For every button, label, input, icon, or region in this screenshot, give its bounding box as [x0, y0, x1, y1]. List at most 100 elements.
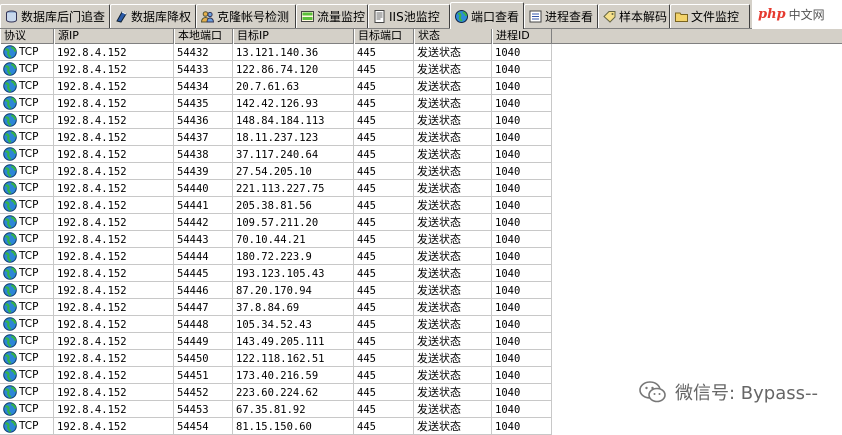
table-row[interactable]: TCP 192.8.4.152 54448 105.34.52.43 445 发送状态 10…: [0, 316, 842, 333]
cell-5: 发送状态: [414, 214, 492, 231]
cell-1: 192.8.4.152: [54, 265, 174, 282]
table-row[interactable]: TCP 192.8.4.152 54443 70.10.44.21 445 发送状态 104…: [0, 231, 842, 248]
cell-6: 1040: [492, 163, 552, 180]
cell-2: 54446: [174, 282, 233, 299]
cell-0: TCP: [0, 112, 54, 129]
cell-4: 445: [354, 197, 414, 214]
cell-5: 发送状态: [414, 78, 492, 95]
protocol-text: TCP: [19, 46, 39, 58]
cell-1: 192.8.4.152: [54, 367, 174, 384]
tab-8[interactable]: 文件监控: [670, 4, 750, 28]
cell-4: 445: [354, 350, 414, 367]
cell-0: TCP: [0, 163, 54, 180]
column-header-5[interactable]: 状态: [414, 29, 492, 44]
cell-6: 1040: [492, 61, 552, 78]
cell-0: TCP: [0, 231, 54, 248]
cell-5: 发送状态: [414, 265, 492, 282]
cell-4: 445: [354, 418, 414, 435]
cell-5: 发送状态: [414, 316, 492, 333]
cell-0: TCP: [0, 129, 54, 146]
table-row[interactable]: TCP 192.8.4.152 54437 18.11.237.123 445 发送状态 1…: [0, 129, 842, 146]
cell-4: 445: [354, 129, 414, 146]
tab-4[interactable]: IIS池监控: [368, 4, 450, 28]
watermark-php: php: [758, 7, 786, 22]
cell-6: 1040: [492, 197, 552, 214]
cell-1: 192.8.4.152: [54, 197, 174, 214]
tcp-globe-icon: [3, 130, 17, 144]
cell-4: 445: [354, 44, 414, 61]
tab-label: 端口查看: [471, 9, 520, 24]
tcp-globe-icon: [3, 232, 17, 246]
cell-5: 发送状态: [414, 248, 492, 265]
cell-6: 1040: [492, 248, 552, 265]
cell-2: 54452: [174, 384, 233, 401]
cell-5: 发送状态: [414, 384, 492, 401]
tab-7[interactable]: 样本解码: [598, 4, 670, 28]
tcp-globe-icon: [3, 79, 17, 93]
tcp-globe-icon: [3, 249, 17, 263]
cell-4: 445: [354, 214, 414, 231]
wechat-id-text: 微信号: Bypass--: [675, 383, 818, 404]
table-row[interactable]: TCP 192.8.4.152 54436 148.84.184.113 445 发送状态…: [0, 112, 842, 129]
table-row[interactable]: TCP 192.8.4.152 54439 27.54.205.10 445 发送状态 10…: [0, 163, 842, 180]
tag-icon: [603, 11, 616, 23]
table-row[interactable]: TCP 192.8.4.152 54442 109.57.211.20 445 发送状态 1…: [0, 214, 842, 231]
table-row[interactable]: TCP 192.8.4.152 54445 193.123.105.43 445 发送状态…: [0, 265, 842, 282]
tab-3[interactable]: 流量监控: [296, 4, 368, 28]
column-header-0[interactable]: 协议: [0, 29, 54, 44]
cell-6: 1040: [492, 112, 552, 129]
table-row[interactable]: TCP 192.8.4.152 54440 221.113.227.75 445 发送状态…: [0, 180, 842, 197]
cell-4: 445: [354, 367, 414, 384]
tab-label: 流量监控: [317, 10, 366, 24]
protocol-text: TCP: [19, 216, 39, 228]
wechat-watermark: 微信号: Bypass--: [639, 379, 818, 405]
table-row[interactable]: TCP 192.8.4.152 54434 20.7.61.63 445 发送状态 1040: [0, 78, 842, 95]
cell-2: 54443: [174, 231, 233, 248]
table-row[interactable]: TCP 192.8.4.152 54433 122.86.74.120 445 发送状态 1…: [0, 61, 842, 78]
protocol-text: TCP: [19, 267, 39, 279]
protocol-text: TCP: [19, 335, 39, 347]
protocol-text: TCP: [19, 182, 39, 194]
cell-3: 37.117.240.64: [233, 146, 354, 163]
cell-2: 54438: [174, 146, 233, 163]
protocol-text: TCP: [19, 284, 39, 296]
table-row[interactable]: TCP 192.8.4.152 54447 37.8.84.69 445 发送状态 1040: [0, 299, 842, 316]
protocol-text: TCP: [19, 250, 39, 262]
cell-0: TCP: [0, 418, 54, 435]
cell-5: 发送状态: [414, 61, 492, 78]
table-row[interactable]: TCP 192.8.4.152 54444 180.72.223.9 445 发送状态 10…: [0, 248, 842, 265]
cell-2: 54436: [174, 112, 233, 129]
tab-6[interactable]: 进程查看: [524, 4, 598, 28]
column-header-3[interactable]: 目标IP: [233, 29, 354, 44]
tab-1[interactable]: 数据库降权: [110, 4, 196, 28]
table-row[interactable]: TCP 192.8.4.152 54446 87.20.170.94 445 发送状态 10…: [0, 282, 842, 299]
table-row[interactable]: TCP 192.8.4.152 54454 81.15.150.60 445 发送状态 10…: [0, 418, 842, 435]
column-header-2[interactable]: 本地端口: [174, 29, 233, 44]
cell-4: 445: [354, 248, 414, 265]
cell-4: 445: [354, 95, 414, 112]
column-header-6[interactable]: 进程ID: [492, 29, 552, 44]
cell-6: 1040: [492, 44, 552, 61]
protocol-text: TCP: [19, 63, 39, 75]
table-row[interactable]: TCP 192.8.4.152 54450 122.118.162.51 445 发送状态…: [0, 350, 842, 367]
tab-5[interactable]: 端口查看: [450, 2, 524, 29]
cell-1: 192.8.4.152: [54, 146, 174, 163]
tab-0[interactable]: 数据库后门追查: [0, 4, 110, 28]
cell-5: 发送状态: [414, 401, 492, 418]
protocol-text: TCP: [19, 386, 39, 398]
table-row[interactable]: TCP 192.8.4.152 54432 13.121.140.36 445 发送状态 1…: [0, 44, 842, 61]
table-row[interactable]: TCP 192.8.4.152 54435 142.42.126.93 445 发送状态 1…: [0, 95, 842, 112]
table-row[interactable]: TCP 192.8.4.152 54438 37.117.240.64 445 发送状态 1…: [0, 146, 842, 163]
column-header-4[interactable]: 目标端口: [354, 29, 414, 44]
cell-3: 173.40.216.59: [233, 367, 354, 384]
protocol-text: TCP: [19, 165, 39, 177]
table-row[interactable]: TCP 192.8.4.152 54441 205.38.81.56 445 发送状态 10…: [0, 197, 842, 214]
tab-2[interactable]: 克隆帐号检测: [196, 4, 296, 28]
table-row[interactable]: TCP 192.8.4.152 54449 143.49.205.111 445 发送状态…: [0, 333, 842, 350]
tcp-globe-icon: [3, 368, 17, 382]
document-icon: [374, 10, 385, 23]
tcp-globe-icon: [3, 45, 17, 59]
cell-0: TCP: [0, 214, 54, 231]
column-header-1[interactable]: 源IP: [54, 29, 174, 44]
cell-0: TCP: [0, 180, 54, 197]
